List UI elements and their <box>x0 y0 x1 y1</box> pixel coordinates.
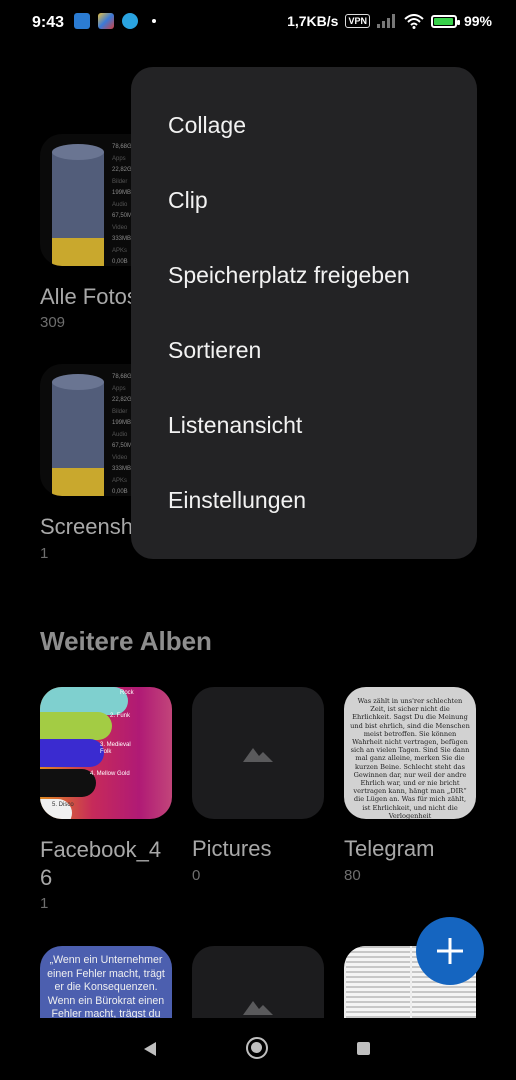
album-name: Alle Fotos <box>40 284 138 309</box>
status-bar: 9:43 1,7KB/s VPN 99% <box>0 0 516 46</box>
net-speed: 1,7KB/s <box>287 13 339 29</box>
navigation-bar <box>0 1018 516 1080</box>
album-count: 1 <box>40 545 49 562</box>
signal-icon <box>376 14 395 28</box>
album-thumb-pictures[interactable] <box>192 687 324 819</box>
outlook-icon <box>74 13 90 29</box>
battery-percent: 99% <box>463 13 492 29</box>
menu-item-settings[interactable]: Einstellungen <box>131 463 477 538</box>
album-count: 1 <box>40 895 49 912</box>
add-album-button[interactable] <box>416 917 484 985</box>
battery-icon <box>430 14 460 28</box>
album-count: 80 <box>344 867 361 884</box>
stripe-label: Rock <box>120 690 134 696</box>
stripe-label: 2. Funk <box>110 713 131 719</box>
section-title: Weitere Alben <box>40 626 212 656</box>
album-name: Telegram <box>344 836 435 861</box>
wifi-icon <box>404 13 424 29</box>
mountain-icon <box>243 748 273 762</box>
home-icon[interactable] <box>246 1037 268 1059</box>
plus-icon <box>437 938 463 964</box>
menu-item-clip[interactable]: Clip <box>131 163 477 238</box>
vpn-badge: VPN <box>345 14 370 28</box>
status-right: 1,7KB/s VPN 99% <box>287 13 492 29</box>
recents-icon[interactable] <box>357 1042 370 1055</box>
album-count: 309 <box>40 314 66 331</box>
notification-icons <box>74 13 156 29</box>
menu-item-sort[interactable]: Sortieren <box>131 313 477 388</box>
album-name: Facebook_46 <box>40 837 162 890</box>
back-icon[interactable] <box>142 1041 158 1057</box>
overflow-menu: Collage Clip Speicherplatz freigeben Sor… <box>131 67 477 559</box>
status-time: 9:43 <box>32 14 65 31</box>
storage-chart-image <box>52 374 104 496</box>
gallery-icon <box>98 13 114 29</box>
stripe-label: 4. Mellow Gold <box>90 771 130 777</box>
album-count: 0 <box>192 867 201 884</box>
menu-item-collage[interactable]: Collage <box>131 88 477 163</box>
dot-icon <box>152 19 156 23</box>
album-name: Pictures <box>192 836 272 861</box>
stripe-label: 5. Disco <box>52 802 74 808</box>
album-thumb-telegram[interactable]: Was zählt in uns'rer schlechten Zeit, is… <box>344 687 476 819</box>
telegram-icon <box>122 13 138 29</box>
storage-chart-image <box>52 144 104 266</box>
mountain-icon <box>243 1001 273 1015</box>
stripe-label: 3. Medieval Folk <box>100 742 131 755</box>
telegram-thumb-text: Was zählt in uns'rer schlechten Zeit, is… <box>350 697 470 819</box>
menu-item-list-view[interactable]: Listenansicht <box>131 388 477 463</box>
album-thumb-facebook[interactable]: Rock 2. Funk 3. Medieval Folk 4. Mellow … <box>40 687 172 819</box>
menu-item-free-storage[interactable]: Speicherplatz freigeben <box>131 238 477 313</box>
